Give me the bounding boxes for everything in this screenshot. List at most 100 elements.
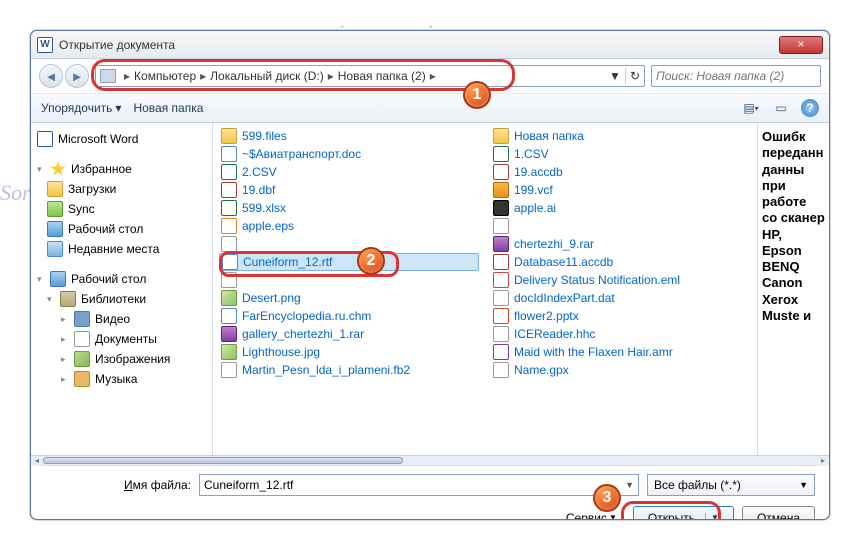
file-name: flower2.pptx: [514, 309, 579, 323]
view-options-button[interactable]: ▤ ▾: [741, 99, 761, 117]
file-name: gallery_chertezhi_1.rar: [242, 327, 364, 341]
file-item[interactable]: gallery_chertezhi_1.rar: [213, 325, 485, 343]
file-item[interactable]: [213, 271, 485, 289]
file-item[interactable]: FarEncyclopedia.ru.chm: [213, 307, 485, 325]
file-item[interactable]: apple.eps: [213, 217, 485, 235]
preview-pane-button[interactable]: ▭: [771, 99, 791, 117]
search-input[interactable]: [656, 69, 816, 83]
file-item[interactable]: 599.files: [213, 127, 485, 145]
file-item[interactable]: flower2.pptx: [485, 307, 757, 325]
organize-button[interactable]: Упорядочить▾: [41, 101, 121, 115]
file-item[interactable]: 2.CSV: [213, 163, 485, 181]
nav-back-button[interactable]: ◄: [39, 64, 63, 88]
file-icon: [493, 326, 509, 342]
sidebar-documents[interactable]: ▸Документы: [33, 329, 210, 349]
preview-pane: Ошибк переданн данны при работе со скане…: [757, 123, 829, 455]
file-item[interactable]: 19.dbf: [213, 181, 485, 199]
file-item[interactable]: 199.vcf: [485, 181, 757, 199]
nav-forward-button[interactable]: ►: [65, 64, 89, 88]
file-name: Name.gpx: [514, 363, 569, 377]
recent-icon: [47, 241, 63, 257]
file-icon: [493, 290, 509, 306]
title-bar: W Открытие документа ×: [31, 31, 829, 59]
sidebar-video[interactable]: ▸Видео: [33, 309, 210, 329]
file-item[interactable]: chertezhi_9.rar: [485, 235, 757, 253]
file-icon: [221, 290, 237, 306]
scroll-right-arrow[interactable]: ▸: [817, 456, 829, 466]
sidebar-images[interactable]: ▸Изображения: [33, 349, 210, 369]
file-item[interactable]: Martin_Pesn_lda_i_plameni.fb2: [213, 361, 485, 379]
search-box[interactable]: [651, 65, 821, 87]
help-button[interactable]: ?: [801, 99, 819, 117]
file-item[interactable]: [485, 217, 757, 235]
file-name: chertezhi_9.rar: [514, 237, 594, 251]
sync-icon: [47, 201, 63, 217]
chevron-right-icon: ▸: [61, 314, 69, 325]
open-button[interactable]: Открыть▼: [633, 506, 734, 520]
filename-input[interactable]: Cuneiform_12.rtf▼: [199, 474, 639, 496]
sidebar-sync[interactable]: Sync: [33, 199, 210, 219]
file-icon: [493, 218, 509, 234]
file-icon: [221, 362, 237, 378]
file-item[interactable]: Desert.png: [213, 289, 485, 307]
file-item[interactable]: Lighthouse.jpg: [213, 343, 485, 361]
document-icon: [74, 331, 90, 347]
chevron-right-icon: ▸: [61, 334, 69, 345]
sidebar-desktop[interactable]: Рабочий стол: [33, 219, 210, 239]
address-dropdown[interactable]: ▼: [609, 69, 621, 83]
file-icon: [221, 164, 237, 180]
star-icon: [50, 161, 66, 177]
file-icon: [221, 272, 237, 288]
cancel-button[interactable]: Отмена: [742, 506, 815, 520]
file-item[interactable]: [213, 235, 485, 253]
file-item[interactable]: ~$Авиатранспорт.doc: [213, 145, 485, 163]
file-item[interactable]: Name.gpx: [485, 361, 757, 379]
refresh-button[interactable]: ↻: [630, 69, 640, 83]
file-name: Новая папка: [514, 129, 584, 143]
file-icon: [221, 146, 237, 162]
file-name: 19.dbf: [242, 183, 275, 197]
address-bar[interactable]: ▸ Компьютер ▸ Локальный диск (D:) ▸ Нова…: [95, 65, 645, 87]
file-icon: [222, 254, 238, 270]
sidebar-music[interactable]: ▸Музыка: [33, 369, 210, 389]
file-item[interactable]: Cuneiform_12.rtf: [219, 253, 479, 271]
video-icon: [74, 311, 90, 327]
file-icon: [493, 200, 509, 216]
sidebar-word[interactable]: Microsoft Word: [33, 129, 210, 149]
scroll-thumb[interactable]: [43, 457, 403, 464]
file-list: 599.files ~$Авиатранспорт.doc 2.CSV 19.dbf 5…: [213, 123, 757, 455]
sidebar-recent[interactable]: Недавние места: [33, 239, 210, 259]
file-item[interactable]: ICEReader.hhc: [485, 325, 757, 343]
sidebar-desktop2[interactable]: ▾Рабочий стол: [33, 269, 210, 289]
file-item[interactable]: 1.CSV: [485, 145, 757, 163]
sidebar-favorites[interactable]: ▾Избранное: [33, 159, 210, 179]
breadcrumb-computer[interactable]: Компьютер: [134, 69, 196, 83]
file-item[interactable]: Database11.accdb: [485, 253, 757, 271]
music-icon: [74, 371, 90, 387]
file-item[interactable]: apple.ai: [485, 199, 757, 217]
file-item[interactable]: Delivery Status Notification.eml: [485, 271, 757, 289]
file-icon: [493, 308, 509, 324]
new-folder-button[interactable]: Новая папка: [133, 101, 203, 115]
bottom-panel: ИИмя файла:мя файла: Cuneiform_12.rtf▼ В…: [31, 465, 829, 520]
open-dropdown[interactable]: ▼: [705, 513, 719, 520]
chevron-down-icon: ▼: [609, 513, 617, 520]
file-name: 599.files: [242, 129, 287, 143]
file-icon: [493, 182, 509, 198]
file-item[interactable]: Maid with the Flaxen Hair.amr: [485, 343, 757, 361]
horizontal-scrollbar[interactable]: ◂ ▸: [31, 455, 829, 465]
scroll-left-arrow[interactable]: ◂: [31, 456, 43, 466]
file-name: ~$Авиатранспорт.doc: [242, 147, 361, 161]
file-name: docIdIndexPart.dat: [514, 291, 615, 305]
breadcrumb-drive[interactable]: Локальный диск (D:): [210, 69, 324, 83]
breadcrumb-folder[interactable]: Новая папка (2): [338, 69, 426, 83]
file-item[interactable]: 19.accdb: [485, 163, 757, 181]
file-item[interactable]: docIdIndexPart.dat: [485, 289, 757, 307]
sidebar-libraries[interactable]: ▾Библиотеки: [33, 289, 210, 309]
filetype-select[interactable]: Все файлы (*.*)▼: [647, 474, 815, 496]
file-item[interactable]: Новая папка: [485, 127, 757, 145]
file-name: apple.ai: [514, 201, 556, 215]
close-button[interactable]: ×: [779, 36, 823, 54]
file-item[interactable]: 599.xlsx: [213, 199, 485, 217]
sidebar-downloads[interactable]: Загрузки: [33, 179, 210, 199]
